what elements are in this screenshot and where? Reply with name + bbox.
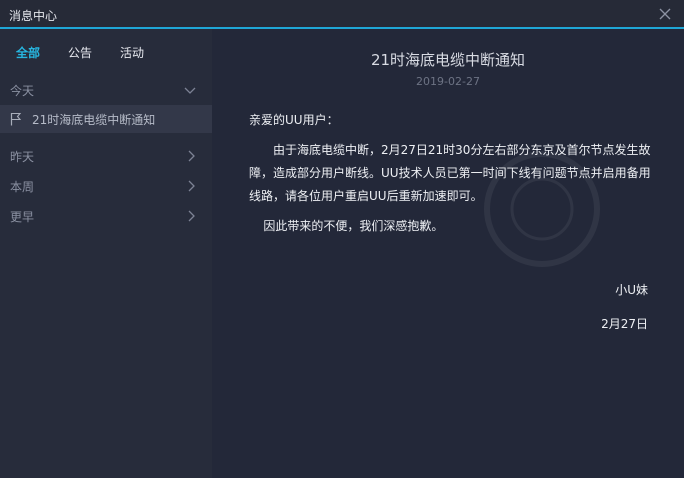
message-title: 21时海底电缆中断通知 <box>370 51 526 69</box>
category-tabs: 全部 公告 活动 <box>0 29 212 75</box>
message-content-panel: 21时海底电缆中断通知 2019-02-27 亲爱的UU用户： 由于海底电缆中断… <box>212 29 684 478</box>
flag-icon <box>10 112 22 126</box>
chevron-right-icon <box>188 210 195 222</box>
group-earlier-label: 更早 <box>10 210 35 224</box>
chevron-right-icon <box>188 180 195 192</box>
group-this-week-label: 本周 <box>10 180 35 194</box>
message-paragraph-2: 因此带来的不便，我们深感抱歉。 <box>263 219 444 233</box>
tab-activities[interactable]: 活动 <box>120 44 144 61</box>
window-title: 消息中心 <box>9 9 58 23</box>
message-paragraph-1: 由于海底电缆中断，2月27日21时30分左右部分东京及首尔节点发生故障，造成部分… <box>249 143 651 203</box>
tab-announcements[interactable]: 公告 <box>68 44 92 61</box>
close-icon[interactable] <box>656 5 674 23</box>
group-today-label: 今天 <box>10 84 35 98</box>
message-greeting: 亲爱的UU用户： <box>249 113 339 127</box>
group-yesterday-label: 昨天 <box>10 150 35 164</box>
chevron-right-icon <box>188 150 195 162</box>
sidebar: 全部 公告 活动 今天 21时海底电缆中断通知 昨天 本周 更早 <box>0 29 212 478</box>
group-yesterday[interactable]: 昨天 <box>0 142 212 170</box>
group-today[interactable]: 今天 <box>0 76 212 104</box>
window-titlebar: 消息中心 <box>0 0 684 29</box>
message-body: 亲爱的UU用户： 由于海底电缆中断，2月27日21时30分左右部分东京及首尔节点… <box>249 109 655 245</box>
message-item-cable-outage[interactable]: 21时海底电缆中断通知 <box>0 105 212 133</box>
message-item-label: 21时海底电缆中断通知 <box>32 113 156 127</box>
tab-all[interactable]: 全部 <box>16 44 40 61</box>
message-signature: 小U妹 <box>615 283 648 297</box>
message-date: 2019-02-27 <box>416 75 480 88</box>
group-this-week[interactable]: 本周 <box>0 172 212 200</box>
chevron-down-icon <box>184 87 196 94</box>
group-earlier[interactable]: 更早 <box>0 202 212 230</box>
message-signature-date: 2月27日 <box>601 317 648 331</box>
